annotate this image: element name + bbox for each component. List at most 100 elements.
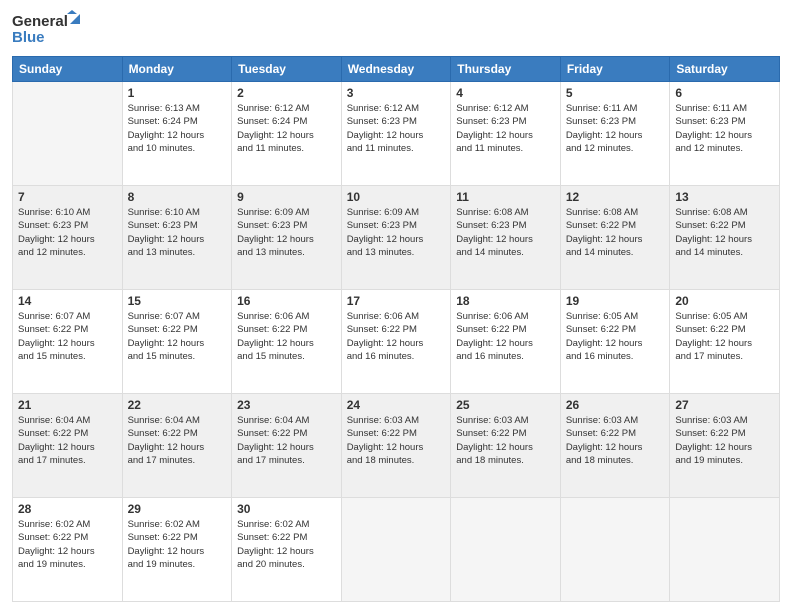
day-info: Sunrise: 6:04 AM Sunset: 6:22 PM Dayligh… bbox=[237, 414, 336, 467]
calendar-day-cell: 3 Sunrise: 6:12 AM Sunset: 6:23 PM Daylig… bbox=[341, 82, 451, 186]
day-number: 20 bbox=[675, 294, 774, 308]
day-number: 7 bbox=[18, 190, 117, 204]
day-number: 29 bbox=[128, 502, 227, 516]
calendar-day-cell: 2 Sunrise: 6:12 AM Sunset: 6:24 PM Daylig… bbox=[232, 82, 342, 186]
calendar-day-header: Saturday bbox=[670, 57, 780, 82]
day-info: Sunrise: 6:11 AM Sunset: 6:23 PM Dayligh… bbox=[566, 102, 665, 155]
day-number: 22 bbox=[128, 398, 227, 412]
day-number: 16 bbox=[237, 294, 336, 308]
calendar-day-cell: 19 Sunrise: 6:05 AM Sunset: 6:22 PM Dayli… bbox=[560, 290, 670, 394]
calendar-week-row: 28 Sunrise: 6:02 AM Sunset: 6:22 PM Dayli… bbox=[13, 498, 780, 602]
day-number: 24 bbox=[347, 398, 446, 412]
day-number: 15 bbox=[128, 294, 227, 308]
day-number: 3 bbox=[347, 86, 446, 100]
day-info: Sunrise: 6:12 AM Sunset: 6:23 PM Dayligh… bbox=[456, 102, 555, 155]
calendar-day-cell bbox=[560, 498, 670, 602]
day-info: Sunrise: 6:03 AM Sunset: 6:22 PM Dayligh… bbox=[675, 414, 774, 467]
day-info: Sunrise: 6:06 AM Sunset: 6:22 PM Dayligh… bbox=[237, 310, 336, 363]
calendar-day-cell: 25 Sunrise: 6:03 AM Sunset: 6:22 PM Dayli… bbox=[451, 394, 561, 498]
day-info: Sunrise: 6:04 AM Sunset: 6:22 PM Dayligh… bbox=[18, 414, 117, 467]
calendar-day-cell: 28Sunrise: 6:02 AM Sunset: 6:22 PM Dayli… bbox=[13, 498, 123, 602]
day-number: 1 bbox=[128, 86, 227, 100]
day-info: Sunrise: 6:10 AM Sunset: 6:23 PM Dayligh… bbox=[128, 206, 227, 259]
calendar-day-header: Tuesday bbox=[232, 57, 342, 82]
day-info: Sunrise: 6:07 AM Sunset: 6:22 PM Dayligh… bbox=[128, 310, 227, 363]
day-info: Sunrise: 6:05 AM Sunset: 6:22 PM Dayligh… bbox=[566, 310, 665, 363]
day-number: 6 bbox=[675, 86, 774, 100]
day-info: Sunrise: 6:02 AM Sunset: 6:22 PM Dayligh… bbox=[237, 518, 336, 571]
calendar-day-cell bbox=[13, 82, 123, 186]
logo-svg: GeneralBlue bbox=[12, 10, 82, 48]
page: GeneralBlue SundayMondayTuesdayWednesday… bbox=[0, 0, 792, 612]
calendar-day-cell: 12 Sunrise: 6:08 AM Sunset: 6:22 PM Dayli… bbox=[560, 186, 670, 290]
header: GeneralBlue bbox=[12, 10, 780, 48]
calendar-day-cell: 21 Sunrise: 6:04 AM Sunset: 6:22 PM Dayli… bbox=[13, 394, 123, 498]
calendar-day-cell: 29Sunrise: 6:02 AM Sunset: 6:22 PM Dayli… bbox=[122, 498, 232, 602]
day-info: Sunrise: 6:12 AM Sunset: 6:23 PM Dayligh… bbox=[347, 102, 446, 155]
calendar-day-cell: 14Sunrise: 6:07 AM Sunset: 6:22 PM Dayli… bbox=[13, 290, 123, 394]
day-number: 19 bbox=[566, 294, 665, 308]
day-info: Sunrise: 6:13 AM Sunset: 6:24 PM Dayligh… bbox=[128, 102, 227, 155]
day-number: 9 bbox=[237, 190, 336, 204]
calendar-day-cell bbox=[670, 498, 780, 602]
svg-text:General: General bbox=[12, 13, 68, 30]
calendar-day-cell: 13 Sunrise: 6:08 AM Sunset: 6:22 PM Dayli… bbox=[670, 186, 780, 290]
calendar-header-row: SundayMondayTuesdayWednesdayThursdayFrid… bbox=[13, 57, 780, 82]
day-number: 23 bbox=[237, 398, 336, 412]
day-info: Sunrise: 6:12 AM Sunset: 6:24 PM Dayligh… bbox=[237, 102, 336, 155]
day-info: Sunrise: 6:07 AM Sunset: 6:22 PM Dayligh… bbox=[18, 310, 117, 363]
calendar-week-row: 21 Sunrise: 6:04 AM Sunset: 6:22 PM Dayli… bbox=[13, 394, 780, 498]
day-info: Sunrise: 6:08 AM Sunset: 6:22 PM Dayligh… bbox=[566, 206, 665, 259]
day-info: Sunrise: 6:09 AM Sunset: 6:23 PM Dayligh… bbox=[347, 206, 446, 259]
day-number: 13 bbox=[675, 190, 774, 204]
day-number: 5 bbox=[566, 86, 665, 100]
day-info: Sunrise: 6:11 AM Sunset: 6:23 PM Dayligh… bbox=[675, 102, 774, 155]
svg-text:Blue: Blue bbox=[12, 29, 45, 46]
calendar-day-header: Friday bbox=[560, 57, 670, 82]
day-number: 17 bbox=[347, 294, 446, 308]
calendar-week-row: 7 Sunrise: 6:10 AM Sunset: 6:23 PM Daylig… bbox=[13, 186, 780, 290]
day-info: Sunrise: 6:08 AM Sunset: 6:22 PM Dayligh… bbox=[675, 206, 774, 259]
calendar-day-cell: 16 Sunrise: 6:06 AM Sunset: 6:22 PM Dayli… bbox=[232, 290, 342, 394]
calendar-day-cell bbox=[451, 498, 561, 602]
day-number: 4 bbox=[456, 86, 555, 100]
day-number: 8 bbox=[128, 190, 227, 204]
day-info: Sunrise: 6:09 AM Sunset: 6:23 PM Dayligh… bbox=[237, 206, 336, 259]
day-number: 18 bbox=[456, 294, 555, 308]
calendar-day-cell: 27 Sunrise: 6:03 AM Sunset: 6:22 PM Dayli… bbox=[670, 394, 780, 498]
day-info: Sunrise: 6:06 AM Sunset: 6:22 PM Dayligh… bbox=[347, 310, 446, 363]
calendar-day-cell bbox=[341, 498, 451, 602]
calendar-day-header: Monday bbox=[122, 57, 232, 82]
day-info: Sunrise: 6:04 AM Sunset: 6:22 PM Dayligh… bbox=[128, 414, 227, 467]
calendar-day-cell: 17 Sunrise: 6:06 AM Sunset: 6:22 PM Dayli… bbox=[341, 290, 451, 394]
day-number: 2 bbox=[237, 86, 336, 100]
calendar-day-cell: 23 Sunrise: 6:04 AM Sunset: 6:22 PM Dayli… bbox=[232, 394, 342, 498]
calendar-week-row: 1 Sunrise: 6:13 AM Sunset: 6:24 PM Daylig… bbox=[13, 82, 780, 186]
calendar-day-cell: 4 Sunrise: 6:12 AM Sunset: 6:23 PM Daylig… bbox=[451, 82, 561, 186]
calendar-day-cell: 24 Sunrise: 6:03 AM Sunset: 6:22 PM Dayli… bbox=[341, 394, 451, 498]
day-info: Sunrise: 6:08 AM Sunset: 6:23 PM Dayligh… bbox=[456, 206, 555, 259]
calendar-day-header: Wednesday bbox=[341, 57, 451, 82]
calendar-table: SundayMondayTuesdayWednesdayThursdayFrid… bbox=[12, 56, 780, 602]
day-number: 27 bbox=[675, 398, 774, 412]
calendar-day-cell: 26Sunrise: 6:03 AM Sunset: 6:22 PM Dayli… bbox=[560, 394, 670, 498]
day-number: 12 bbox=[566, 190, 665, 204]
calendar-day-cell: 20Sunrise: 6:05 AM Sunset: 6:22 PM Dayli… bbox=[670, 290, 780, 394]
calendar-day-cell: 11 Sunrise: 6:08 AM Sunset: 6:23 PM Dayli… bbox=[451, 186, 561, 290]
calendar-day-header: Sunday bbox=[13, 57, 123, 82]
calendar-day-cell: 7Sunrise: 6:10 AM Sunset: 6:23 PM Daylig… bbox=[13, 186, 123, 290]
logo: GeneralBlue bbox=[12, 10, 82, 48]
day-info: Sunrise: 6:03 AM Sunset: 6:22 PM Dayligh… bbox=[347, 414, 446, 467]
calendar-day-cell: 9 Sunrise: 6:09 AM Sunset: 6:23 PM Daylig… bbox=[232, 186, 342, 290]
day-number: 11 bbox=[456, 190, 555, 204]
calendar-day-cell: 6 Sunrise: 6:11 AM Sunset: 6:23 PM Daylig… bbox=[670, 82, 780, 186]
day-number: 28 bbox=[18, 502, 117, 516]
day-number: 25 bbox=[456, 398, 555, 412]
day-info: Sunrise: 6:03 AM Sunset: 6:22 PM Dayligh… bbox=[566, 414, 665, 467]
day-number: 21 bbox=[18, 398, 117, 412]
day-number: 30 bbox=[237, 502, 336, 516]
day-info: Sunrise: 6:03 AM Sunset: 6:22 PM Dayligh… bbox=[456, 414, 555, 467]
calendar-week-row: 14Sunrise: 6:07 AM Sunset: 6:22 PM Dayli… bbox=[13, 290, 780, 394]
calendar-day-cell: 1 Sunrise: 6:13 AM Sunset: 6:24 PM Daylig… bbox=[122, 82, 232, 186]
calendar-day-cell: 30 Sunrise: 6:02 AM Sunset: 6:22 PM Dayli… bbox=[232, 498, 342, 602]
